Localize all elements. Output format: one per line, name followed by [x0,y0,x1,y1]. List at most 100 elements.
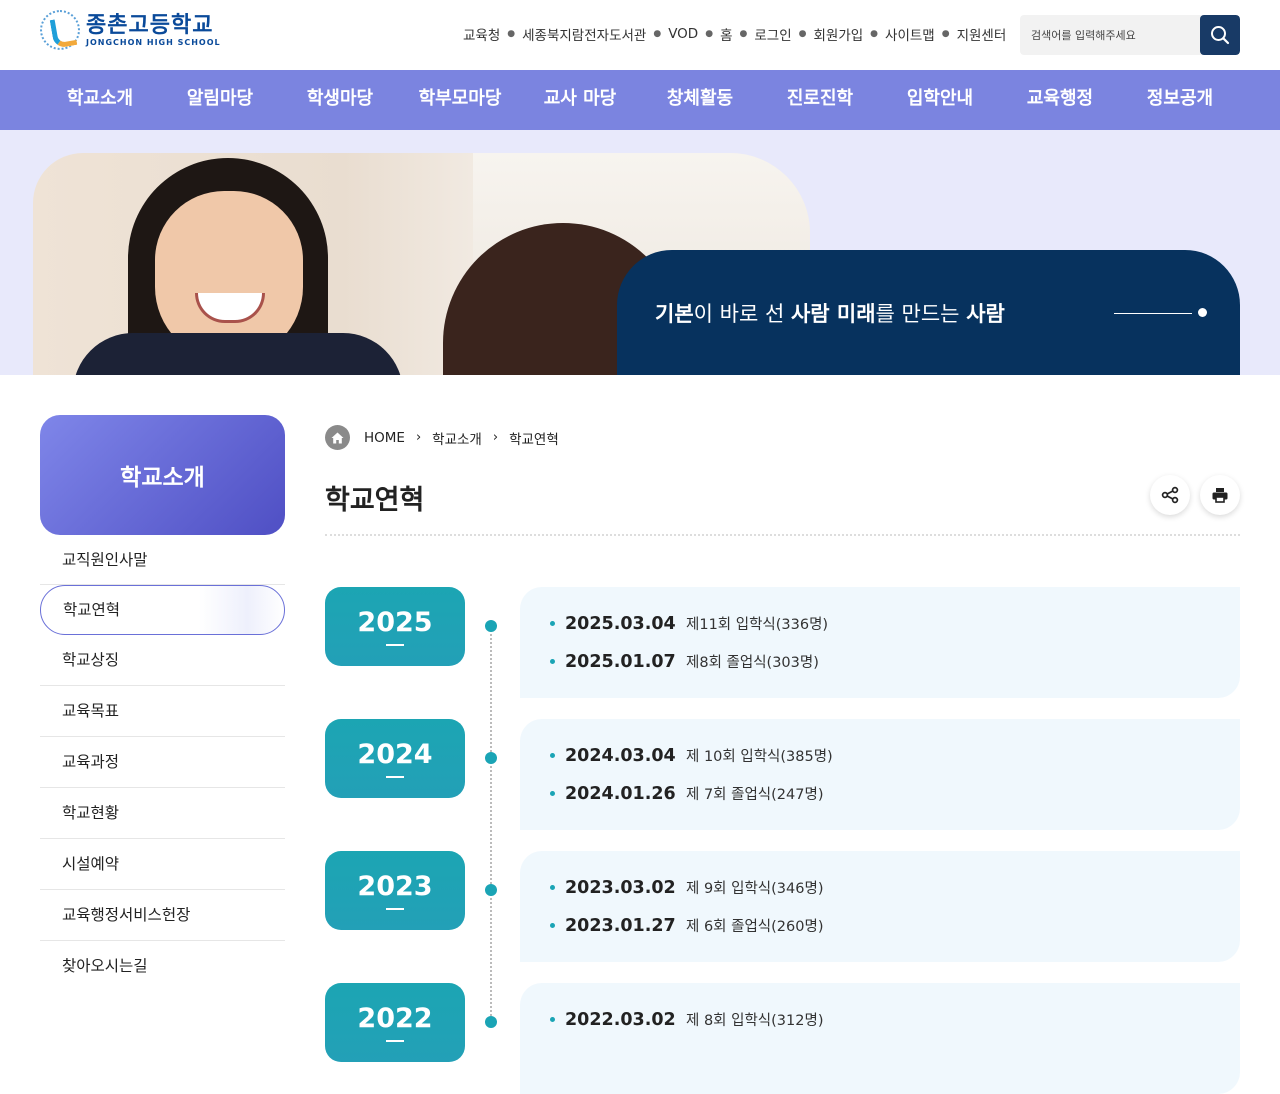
history-event: 2023.03.02 제 9회 입학식(346명) [550,877,823,898]
main-navigation: 학교소개 알림마당 학생마당 학부모마당 교사 마당 창체활동 진로진학 입학안내 교육행정 정보… [0,70,1280,130]
gnb-item[interactable]: 학생마당 [280,70,400,130]
bullet-icon [550,621,555,626]
slogan-dot [1198,308,1207,317]
share-button[interactable] [1150,475,1190,515]
gnb-item[interactable]: 정보공개 [1120,70,1240,130]
timeline-dot [485,884,497,896]
gnb-item[interactable]: 창체활동 [640,70,760,130]
gnb-item[interactable]: 진로진학 [760,70,880,130]
slogan-part: 사람 [966,302,1005,326]
sidebar-title: 학교소개 [40,415,285,535]
event-text: 제 9회 입학식(346명) [686,881,824,897]
sidebar-item[interactable]: 교직원인사말 [40,535,285,585]
chevron-right-icon: › [415,430,422,445]
history-event: 2025.01.07 제8회 졸업식(303명) [550,651,819,672]
logo-subtitle: JONGCHON HIGH SCHOOL [86,37,221,47]
slogan-banner: 기본이 바로 선 사람 미래를 만드는 사람 [617,250,1240,375]
util-link[interactable]: 홈 [720,24,732,44]
timeline-axis [490,630,492,1024]
breadcrumb-item[interactable]: 학교소개 [432,428,482,448]
school-logo[interactable]: 종촌고등학교 JONGCHON HIGH SCHOOL [40,10,221,50]
history-event: 2025.03.04 제11회 입학식(336명) [550,613,828,634]
util-separator: ● [507,29,516,39]
sidebar-item[interactable]: 학교상징 [40,635,285,686]
gnb-item[interactable]: 교육행정 [1000,70,1120,130]
year-badge: 2025 [325,587,465,666]
util-link[interactable]: VOD [668,26,698,42]
gnb-item[interactable]: 학부모마당 [400,70,520,130]
util-link[interactable]: 회원가입 [813,24,863,44]
history-card: 2024.03.04 제 10회 입학식(385명) 2024.01.26 제 7회 … [520,719,1240,830]
timeline-dot [485,620,497,632]
history-card: 2025.03.04 제11회 입학식(336명) 2025.01.07 제8회 졸업… [520,587,1240,698]
slogan-part: 기본 [655,302,694,326]
event-text: 제 7회 졸업식(247명) [686,787,824,803]
school-emblem-icon [40,10,80,50]
year-badge: 2022 [325,983,465,1062]
event-text: 제8회 졸업식(303명) [686,655,819,671]
bullet-icon [550,791,555,796]
utility-links: 교육청 ● 세종북지람전자도서관 ● VOD ● 홈 ● 로그인 ● 회원가입 ● 사이트맵 ● 지원센터 [463,24,1006,44]
event-date: 2023.01.27 [565,915,676,936]
search-input[interactable] [1020,15,1200,55]
sidebar-menu: 교직원인사말 학교연혁 학교상징 교육목표 교육과정 학교현황 시설예약 교육행정서비스헌장 찾… [40,535,285,992]
util-link[interactable]: 로그인 [754,24,791,44]
event-date: 2024.03.04 [565,745,676,766]
util-link[interactable]: 세종북지람전자도서관 [522,24,646,44]
print-button[interactable] [1200,475,1240,515]
util-separator: ● [739,29,748,39]
event-date: 2022.03.02 [565,1009,676,1030]
year-badge: 2023 [325,851,465,930]
history-event: 2023.01.27 제 6회 졸업식(260명) [550,915,823,936]
sidebar-item[interactable]: 찾아오시는길 [40,941,285,992]
history-event: 2022.03.02 제 8회 입학식(312명) [550,1009,823,1030]
print-icon [1212,488,1228,503]
history-card: 2022.03.02 제 8회 입학식(312명) [520,983,1240,1094]
sidebar-item[interactable]: 학교현황 [40,788,285,839]
util-link[interactable]: 지원센터 [957,24,1007,44]
util-separator: ● [653,29,662,39]
breadcrumb-item: 학교연혁 [509,431,559,448]
history-card: 2023.03.02 제 9회 입학식(346명) 2023.01.27 제 6회 졸… [520,851,1240,962]
home-icon[interactable] [325,425,350,450]
slogan-part: 를 만드는 [875,302,967,326]
bullet-icon [550,885,555,890]
slogan-divider [1114,313,1192,314]
sidebar-item[interactable]: 교육과정 [40,737,285,788]
event-text: 제 10회 입학식(385명) [686,749,833,765]
gnb-item[interactable]: 알림마당 [160,70,280,130]
gnb-item[interactable]: 학교소개 [40,70,160,130]
year-badge: 2024 [325,719,465,798]
search-icon [1211,26,1230,45]
event-text: 제11회 입학식(336명) [686,617,829,633]
timeline-dot [485,1016,497,1028]
main-visual: 기본이 바로 선 사람 미래를 만드는 사람 [0,130,1280,375]
logo-title: 종촌고등학교 [86,12,214,38]
bullet-icon [550,659,555,664]
title-divider [325,534,1240,536]
util-separator: ● [705,29,714,39]
breadcrumb-item[interactable]: HOME [364,430,405,446]
sidebar-item[interactable]: 교육행정서비스헌장 [40,890,285,941]
sidebar-item[interactable]: 학교연혁 [40,585,285,635]
gnb-item[interactable]: 교사 마당 [520,70,640,130]
event-text: 제 8회 입학식(312명) [686,1013,824,1029]
chevron-right-icon: › [492,430,499,445]
event-date: 2025.03.04 [565,613,676,634]
gnb-item[interactable]: 입학안내 [880,70,1000,130]
history-event: 2024.01.26 제 7회 졸업식(247명) [550,783,823,804]
bullet-icon [550,753,555,758]
util-link[interactable]: 사이트맵 [885,24,935,44]
share-icon [1161,486,1179,504]
bullet-icon [550,1017,555,1022]
event-date: 2024.01.26 [565,783,676,804]
search-box [1020,15,1240,55]
sidebar-item[interactable]: 교육목표 [40,686,285,737]
sidebar-item[interactable]: 시설예약 [40,839,285,890]
slogan-text: 기본이 바로 선 사람 미래를 만드는 사람 [655,298,1005,328]
bullet-icon [550,923,555,928]
util-separator: ● [870,29,879,39]
search-button[interactable] [1200,15,1240,55]
timeline-dot [485,752,497,764]
util-link[interactable]: 교육청 [463,24,500,44]
